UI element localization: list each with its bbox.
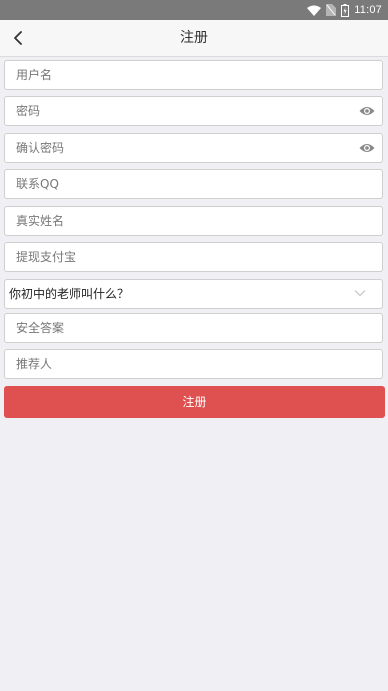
register-button[interactable]: 注册 [4, 386, 385, 418]
security-question-value: 你初中的老师叫什么？ [9, 287, 130, 301]
realname-field[interactable] [4, 206, 383, 236]
nav-bar: 注册 [0, 20, 388, 57]
username-input[interactable] [5, 61, 382, 89]
status-bar: 11:07 [0, 0, 388, 20]
show-password-eye-icon[interactable] [359, 105, 375, 117]
page-title: 注册 [180, 30, 208, 46]
security-answer-input[interactable] [5, 314, 382, 342]
password-input[interactable] [5, 97, 382, 125]
security-question-select[interactable]: 你初中的老师叫什么？ [4, 279, 383, 309]
referrer-field[interactable] [4, 349, 383, 379]
username-field[interactable] [4, 60, 383, 90]
status-icons: 11:07 [307, 3, 382, 17]
wifi-icon [307, 5, 322, 16]
password-field[interactable] [4, 96, 383, 126]
confirm-password-input[interactable] [5, 134, 382, 162]
battery-icon [341, 3, 350, 17]
alipay-field[interactable] [4, 242, 383, 272]
realname-input[interactable] [5, 207, 382, 235]
security-answer-field[interactable] [4, 313, 383, 343]
qq-input[interactable] [5, 170, 382, 198]
referrer-input[interactable] [5, 350, 382, 378]
show-confirm-password-eye-icon[interactable] [359, 142, 375, 154]
confirm-password-field[interactable] [4, 133, 383, 163]
no-sim-icon [326, 4, 337, 16]
qq-field[interactable] [4, 169, 383, 199]
chevron-down-icon [354, 290, 366, 297]
alipay-input[interactable] [5, 243, 382, 271]
status-time: 11:07 [354, 4, 382, 16]
